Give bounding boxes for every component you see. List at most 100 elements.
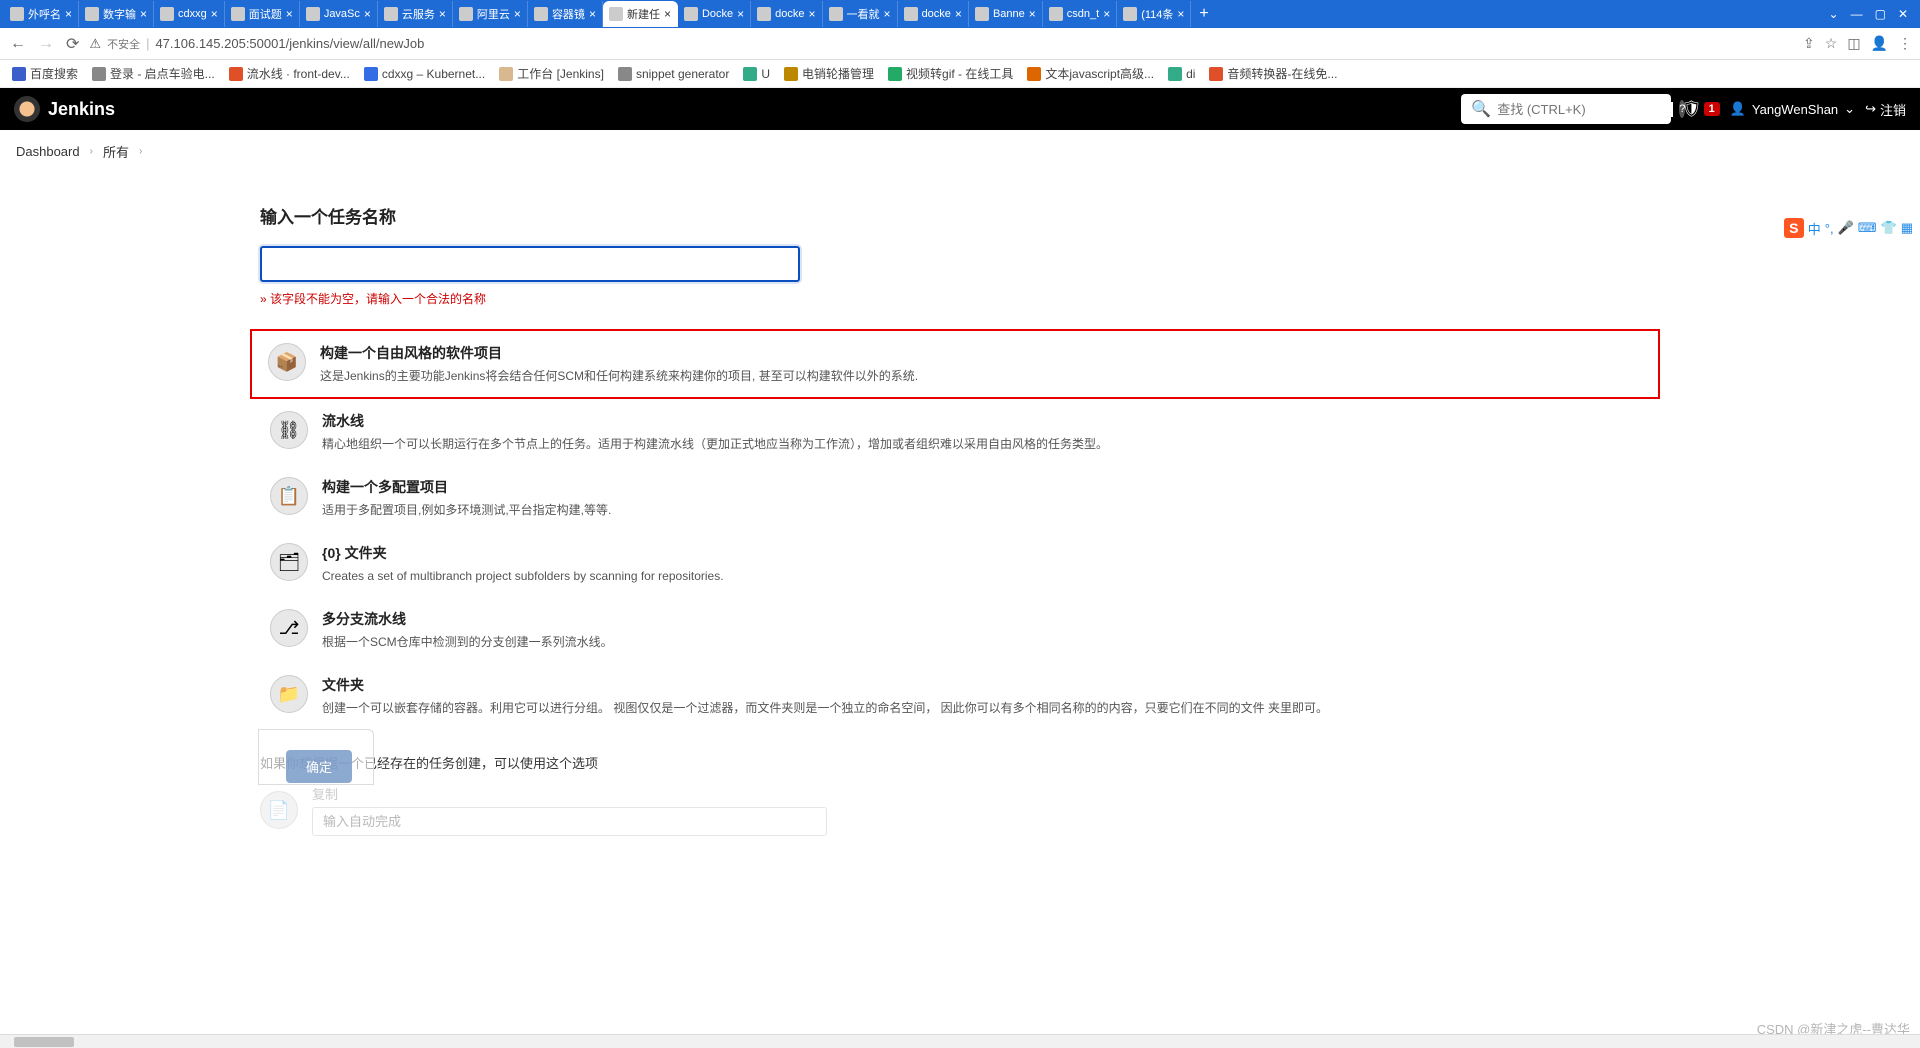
tab-close-icon[interactable]: × (286, 7, 293, 21)
tab-label: cdxxg (178, 8, 207, 20)
reload-button[interactable]: ⟳ (64, 32, 81, 56)
ime-toolbar[interactable]: S 中 °, 🎤 ⌨ 👕 ▦ (1782, 216, 1915, 240)
tab-close-icon[interactable]: × (737, 7, 744, 21)
bookmark-label: 文本javascript高级... (1045, 65, 1154, 82)
ime-grid-icon[interactable]: ▦ (1901, 220, 1913, 236)
browser-tab[interactable]: docke× (898, 1, 969, 27)
bookmark-item[interactable]: 流水线 · front-dev... (229, 65, 350, 82)
item-type-desc: 这是Jenkins的主要功能Jenkins将会结合任何SCM和任何构建系统来构建… (320, 367, 1648, 385)
browser-tab[interactable]: 一看就× (823, 1, 898, 27)
chevron-right-icon: › (139, 146, 142, 157)
tab-favicon-icon (231, 7, 245, 21)
share-icon[interactable]: ⇪ (1803, 35, 1815, 52)
tab-close-icon[interactable]: × (514, 7, 521, 21)
browser-tab[interactable]: 数字输× (79, 1, 154, 27)
browser-tab[interactable]: cdxxg × (154, 1, 225, 27)
bookmark-favicon-icon (229, 67, 243, 81)
browser-tab[interactable]: csdn_t× (1043, 1, 1117, 27)
chevron-down-icon[interactable]: ⌄ (1829, 7, 1839, 21)
ime-punct-icon[interactable]: °, (1825, 221, 1834, 236)
jenkins-logo[interactable]: Jenkins (14, 96, 115, 122)
browser-tab[interactable]: docke× (751, 1, 822, 27)
browser-tab[interactable]: 外呼名× (4, 1, 79, 27)
browser-tab[interactable]: 新建任× (603, 1, 678, 27)
tab-close-icon[interactable]: × (664, 7, 671, 21)
item-type-option[interactable]: 🗂{0} 文件夹Creates a set of multibranch pro… (260, 531, 1660, 597)
bookmark-item[interactable]: U (743, 67, 770, 81)
browser-tab[interactable]: Docke × (678, 1, 751, 27)
item-name-input[interactable] (260, 246, 800, 282)
tab-label: (114条 (1141, 6, 1173, 22)
item-type-icon: ⛓ (270, 411, 308, 449)
browser-tab[interactable]: 云服务× (378, 1, 453, 27)
horizontal-scrollbar[interactable] (0, 1034, 1920, 1048)
window-controls: ⌄ — ▢ ✕ (1829, 7, 1916, 21)
tab-close-icon[interactable]: × (1103, 7, 1110, 21)
item-type-title: 构建一个多配置项目 (322, 477, 1650, 497)
bookmark-item[interactable]: snippet generator (618, 67, 729, 81)
jenkins-logo-icon (14, 96, 40, 122)
ok-button[interactable]: 确定 (286, 750, 352, 783)
extensions-icon[interactable]: ◫ (1847, 35, 1860, 52)
browser-tab[interactable]: JavaSc× (300, 1, 378, 27)
tab-close-icon[interactable]: × (211, 7, 218, 21)
tab-close-icon[interactable]: × (955, 7, 962, 21)
url-box[interactable]: ⚠ 不安全 | 47.106.145.205:50001/jenkins/vie… (89, 36, 1795, 52)
tab-close-icon[interactable]: × (65, 7, 72, 21)
item-type-option[interactable]: 📋构建一个多配置项目适用于多配置项目,例如多环境测试,平台指定构建,等等. (260, 465, 1660, 531)
profile-icon[interactable]: 👤 (1871, 35, 1888, 52)
search-input[interactable] (1497, 102, 1673, 117)
browser-tab[interactable]: (114条 × (1117, 1, 1191, 27)
notifications[interactable]: 🛡 1 (1681, 99, 1719, 119)
bookmark-item[interactable]: 工作台 [Jenkins] (499, 65, 604, 82)
search-box[interactable]: 🔍 ? (1461, 94, 1671, 124)
menu-icon[interactable]: ⋮ (1898, 35, 1912, 52)
bookmark-item[interactable]: 视频转gif - 在线工具 (888, 65, 1013, 82)
user-menu[interactable]: 👤 YangWenShan ⌄ (1730, 101, 1855, 117)
tab-close-icon[interactable]: × (140, 7, 147, 21)
back-button[interactable]: ← (8, 33, 28, 55)
browser-tab[interactable]: 阿里云× (453, 1, 528, 27)
tab-close-icon[interactable]: × (364, 7, 371, 21)
item-type-option[interactable]: ⛓流水线精心地组织一个可以长期运行在多个节点上的任务。适用于构建流水线（更加正式… (260, 399, 1660, 465)
tab-close-icon[interactable]: × (1029, 7, 1036, 21)
copy-icon: 📄 (260, 791, 298, 829)
item-type-desc: 精心地组织一个可以长期运行在多个节点上的任务。适用于构建流水线（更加正式地应当称… (322, 435, 1650, 453)
bookmark-favicon-icon (499, 67, 513, 81)
maximize-icon[interactable]: ▢ (1875, 7, 1886, 21)
item-type-option[interactable]: 📦构建一个自由风格的软件项目这是Jenkins的主要功能Jenkins将会结合任… (250, 329, 1660, 399)
tab-close-icon[interactable]: × (809, 7, 816, 21)
tab-close-icon[interactable]: × (884, 7, 891, 21)
crumb-dashboard[interactable]: Dashboard (16, 144, 80, 159)
forward-button[interactable]: → (36, 33, 56, 55)
tab-label: Docke (702, 8, 733, 20)
new-tab-button[interactable]: + (1191, 5, 1216, 23)
tab-close-icon[interactable]: × (439, 7, 446, 21)
ime-skin-icon[interactable]: 👕 (1881, 220, 1897, 236)
tab-close-icon[interactable]: × (1177, 7, 1184, 21)
star-icon[interactable]: ☆ (1825, 35, 1838, 52)
logout-link[interactable]: ↪ 注销 (1865, 100, 1906, 119)
close-window-icon[interactable]: ✕ (1898, 7, 1908, 21)
bookmark-item[interactable]: di (1168, 67, 1195, 81)
copy-label: 如果你想根据一个已经存在的任务创建，可以使用这个选项 (260, 753, 1660, 772)
bookmark-item[interactable]: 登录 - 启点车验电... (92, 65, 215, 82)
bookmark-item[interactable]: cdxxg – Kubernet... (364, 67, 485, 81)
item-type-option[interactable]: ⎇多分支流水线根据一个SCM仓库中检测到的分支创建一系列流水线。 (260, 597, 1660, 663)
ime-lang[interactable]: 中 (1808, 219, 1821, 238)
copy-from-input[interactable] (312, 807, 827, 836)
ime-mic-icon[interactable]: 🎤 (1838, 220, 1854, 236)
browser-tab[interactable]: 面试题× (225, 1, 300, 27)
tab-close-icon[interactable]: × (589, 7, 596, 21)
bookmark-item[interactable]: 音频转换器-在线免... (1209, 65, 1337, 82)
item-type-option[interactable]: 📁文件夹创建一个可以嵌套存储的容器。利用它可以进行分组。 视图仅仅是一个过滤器，… (260, 663, 1660, 729)
bookmark-item[interactable]: 百度搜索 (12, 65, 78, 82)
bookmark-label: 音频转换器-在线免... (1227, 65, 1337, 82)
browser-tab[interactable]: Banne× (969, 1, 1043, 27)
bookmark-item[interactable]: 文本javascript高级... (1027, 65, 1154, 82)
crumb-all[interactable]: 所有 (103, 142, 129, 161)
ime-keyboard-icon[interactable]: ⌨ (1858, 220, 1877, 236)
browser-tab[interactable]: 容器镜× (528, 1, 603, 27)
bookmark-item[interactable]: 电销轮播管理 (784, 65, 874, 82)
minimize-icon[interactable]: — (1851, 7, 1863, 21)
